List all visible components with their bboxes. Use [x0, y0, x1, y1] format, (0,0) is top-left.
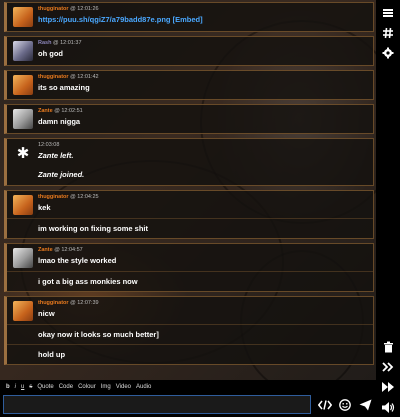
message-text: okay now it looks so much better] [7, 324, 373, 344]
quote-button[interactable]: Quote [37, 384, 53, 390]
gear-icon[interactable] [376, 43, 400, 63]
format-toolbar: b i u s Quote Code Colour Img Video Audi… [0, 380, 376, 394]
message-text: i got a big ass monkies now [7, 271, 373, 291]
user-avatar[interactable] [13, 75, 33, 95]
embed-link[interactable]: [Embed] [173, 15, 203, 24]
message-text: its so amazing [38, 83, 90, 92]
message: thugginator @ 12:01:42 its so amazing [4, 70, 374, 100]
message-text: oh god [38, 49, 63, 58]
img-button[interactable]: Img [101, 384, 111, 390]
timestamp: 12:03:08 [38, 142, 60, 148]
username[interactable]: thugginator [38, 300, 69, 306]
asterisk-icon: ✱ [16, 145, 30, 162]
message-text: Zante left. [38, 151, 74, 160]
timestamp: @ 12:04:25 [70, 194, 99, 200]
video-button[interactable]: Video [116, 384, 131, 390]
timestamp: @ 12:04:57 [54, 247, 83, 253]
smiley-icon[interactable] [337, 397, 353, 413]
message: thugginator @ 12:04:25 kek im working on… [4, 190, 374, 239]
message-text: im working on fixing some shit [7, 218, 373, 238]
user-avatar[interactable] [13, 109, 33, 129]
trash-icon[interactable] [376, 337, 400, 357]
message-text: damn nigga [38, 117, 81, 126]
message: Zante @ 12:02:51 damn nigga [4, 104, 374, 134]
hash-icon[interactable] [376, 23, 400, 43]
system-message: ✱ 12:03:08 Zante left. Zante joined. [4, 138, 374, 186]
message-text: lmao the style worked [38, 256, 117, 265]
message: thugginator @ 12:07:39 nicw okay now it … [4, 296, 374, 365]
username[interactable]: Zante [38, 247, 53, 253]
strike-button[interactable]: s [29, 384, 32, 390]
username[interactable]: Rash [38, 40, 51, 46]
underline-button[interactable]: u [21, 384, 24, 390]
message: Rash @ 12:01:37 oh god [4, 36, 374, 66]
italic-button[interactable]: i [15, 384, 16, 390]
username[interactable]: Zante [38, 108, 53, 114]
message-text: nicw [38, 309, 55, 318]
volume-icon[interactable] [376, 397, 400, 417]
timestamp: @ 12:01:26 [70, 6, 99, 12]
timestamp: @ 12:01:42 [70, 74, 99, 80]
send-icon[interactable] [357, 397, 373, 413]
sidebar [376, 0, 400, 417]
message-link[interactable]: https://puu.sh/qgiZ7/a79badd87e.png [38, 15, 171, 24]
message-text: Zante joined. [38, 170, 85, 179]
user-avatar[interactable] [13, 195, 33, 215]
chat-input[interactable] [3, 395, 311, 414]
message-text: hold up [7, 344, 373, 364]
timestamp: @ 12:01:37 [52, 40, 82, 46]
message: thugginator @ 12:01:26 https://puu.sh/qg… [4, 2, 374, 32]
bold-button[interactable]: b [6, 384, 10, 390]
user-avatar[interactable] [13, 301, 33, 321]
audio-button[interactable]: Audio [136, 384, 151, 390]
user-avatar[interactable] [13, 41, 33, 61]
timestamp: @ 12:07:39 [70, 300, 99, 306]
input-row [0, 394, 376, 417]
username[interactable]: thugginator [38, 74, 69, 80]
fast-forward-icon[interactable] [376, 377, 400, 397]
bars-icon[interactable] [376, 3, 400, 23]
message: Zante @ 12:04:57 lmao the style worked i… [4, 243, 374, 292]
timestamp: @ 12:02:51 [54, 108, 83, 114]
user-avatar[interactable] [13, 248, 33, 268]
code-button[interactable]: Code [59, 384, 73, 390]
code-icon[interactable] [317, 397, 333, 413]
colour-button[interactable]: Colour [78, 384, 96, 390]
user-avatar[interactable] [13, 7, 33, 27]
message-list[interactable]: thugginator @ 12:01:26 https://puu.sh/qg… [4, 2, 374, 380]
username[interactable]: thugginator [38, 194, 69, 200]
chevron-double-right-icon[interactable] [376, 357, 400, 377]
message-text: kek [38, 203, 51, 212]
username[interactable]: thugginator [38, 6, 69, 12]
